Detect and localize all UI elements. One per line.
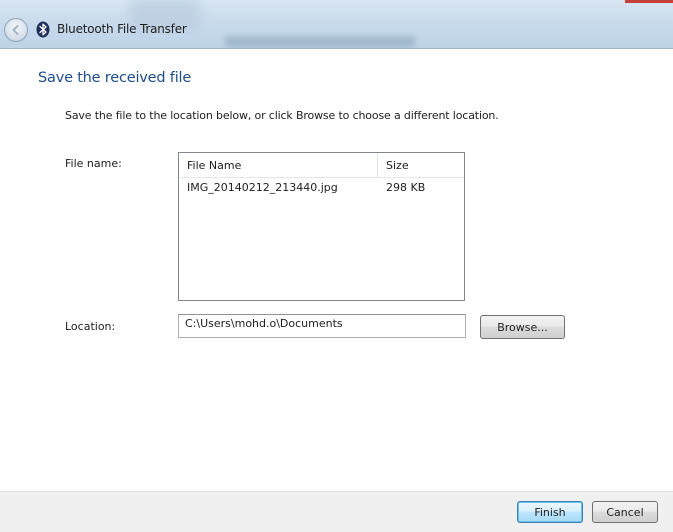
back-button[interactable] <box>4 18 28 42</box>
column-separator[interactable] <box>377 153 378 177</box>
close-button-edge <box>625 0 673 3</box>
finish-button[interactable]: Finish <box>517 501 583 523</box>
bluetooth-file-transfer-window: Bluetooth File Transfer Save the receive… <box>0 0 673 532</box>
file-size-cell: 298 KB <box>386 181 426 194</box>
column-header-size[interactable]: Size <box>386 159 409 172</box>
cancel-button[interactable]: Cancel <box>592 501 658 523</box>
file-name-cell: IMG_20140212_213440.jpg <box>187 181 338 194</box>
location-input[interactable]: C:\Users\mohd.o\Documents <box>178 314 466 338</box>
bluetooth-icon <box>36 21 50 38</box>
page-heading: Save the received file <box>38 70 192 86</box>
file-name-label: File name: <box>65 157 122 170</box>
location-label: Location: <box>65 320 116 333</box>
background-blur <box>225 36 415 48</box>
footer-bar: Finish Cancel <box>0 491 673 532</box>
title-bar: Bluetooth File Transfer <box>0 0 673 49</box>
instruction-text: Save the file to the location below, or … <box>65 109 499 122</box>
browse-button[interactable]: Browse... <box>480 315 565 339</box>
table-row[interactable]: IMG_20140212_213440.jpg 298 KB <box>179 178 464 198</box>
file-list[interactable]: File Name Size IMG_20140212_213440.jpg 2… <box>178 152 465 301</box>
window-title: Bluetooth File Transfer <box>57 22 187 36</box>
list-header: File Name Size <box>179 153 464 178</box>
back-arrow-icon <box>12 25 19 35</box>
column-header-file-name[interactable]: File Name <box>187 159 241 172</box>
